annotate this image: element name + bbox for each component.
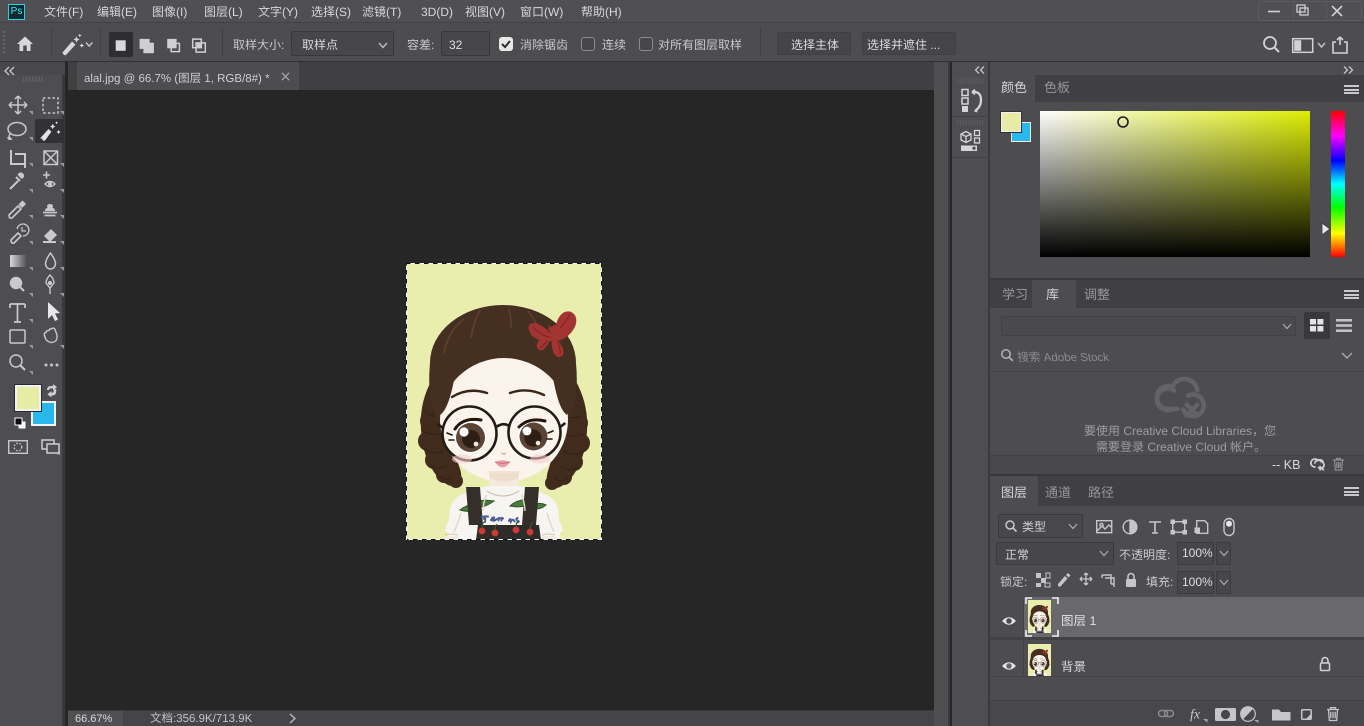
svg-text:fx: fx (1190, 708, 1201, 723)
